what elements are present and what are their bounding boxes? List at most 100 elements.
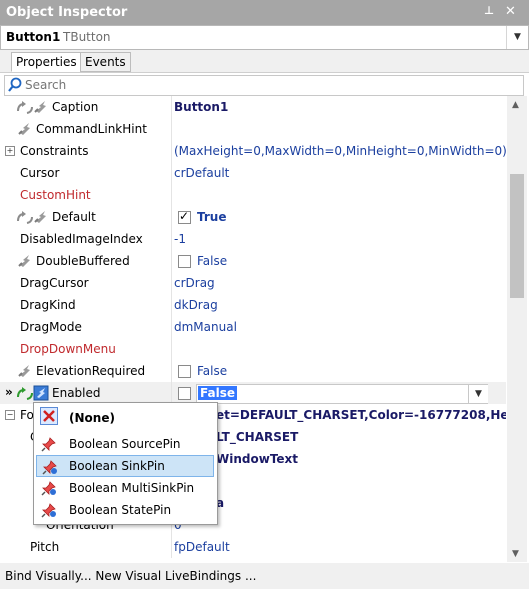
property-value[interactable]: crDefault [174,166,229,180]
tab-events[interactable]: Events [80,52,131,72]
checkbox[interactable] [178,365,191,378]
property-name: ElevationRequired [36,364,146,378]
property-row-enabled[interactable]: » Enabled False ▼ [0,382,506,404]
property-row-commandlinkhint[interactable]: CommandLinkHint [0,118,506,140]
property-row-default[interactable]: Default True [0,206,506,228]
property-value[interactable]: (MaxHeight=0,MaxWidth=0,MinHeight=0,MinW… [174,144,506,158]
property-name: DisabledImageIndex [20,232,143,246]
sinkpin-icon [42,460,58,475]
component-class: TButton [63,30,111,44]
chevron-down-icon[interactable]: ▼ [506,26,528,49]
vertical-scrollbar[interactable]: ▲ ▼ [507,96,527,562]
property-row-caption[interactable]: Caption Button1 [0,96,506,118]
property-row-pitch[interactable]: Pitch fpDefault [0,536,506,558]
menu-item-none[interactable]: (None) [36,405,214,429]
property-value[interactable]: dkDrag [174,298,218,312]
multisinkpin-icon [41,481,57,496]
component-selector[interactable]: Button1 TButton ▼ [0,25,529,50]
property-value[interactable]: et=DEFAULT_CHARSET,Color=-16777208,Heigh… [216,408,506,422]
window-title: Object Inspector [6,5,128,20]
menu-item-boolean-multisinkpin[interactable]: Boolean MultiSinkPin [36,477,214,499]
property-value[interactable]: dmManual [174,320,237,334]
search-box [4,75,524,96]
property-row-disabledimageindex[interactable]: DisabledImageIndex -1 [0,228,506,250]
checkbox[interactable] [178,209,191,224]
property-name: DragKind [20,298,76,312]
livebinding-link-green-icon [17,387,33,400]
property-row-elevationrequired[interactable]: ElevationRequired False [0,360,506,382]
scroll-down-icon[interactable]: ▼ [512,549,519,559]
property-row-constraints[interactable]: + Constraints (MaxHeight=0,MaxWidth=0,Mi… [0,140,506,162]
close-icon[interactable]: ✕ [505,4,516,19]
menu-item-boolean-statepin[interactable]: Boolean StatePin [36,499,214,521]
property-value[interactable]: crDrag [174,276,215,290]
checkbox[interactable] [178,387,191,400]
property-name: DragCursor [20,276,89,290]
property-name: Pitch [30,540,60,554]
livebindings-popup-menu: (None) Boolean SourcePin Boolean SinkPin… [33,402,218,525]
search-icon [8,77,22,92]
property-row-doublebuffered[interactable]: DoubleBuffered False [0,250,506,272]
action-bolt-icon [18,122,31,136]
menu-item-boolean-sinkpin[interactable]: Boolean SinkPin [36,455,214,477]
scrollbar-thumb[interactable] [510,174,524,298]
menu-item-label: Boolean MultiSinkPin [69,481,195,495]
action-bolt-icon [18,254,31,268]
menu-item-label: Boolean SinkPin [69,459,165,473]
chevron-down-icon[interactable]: ▼ [468,385,488,403]
menu-item-label: Boolean StatePin [69,503,172,517]
menu-item-label: Boolean SourcePin [69,437,181,451]
action-bolt-icon [18,364,31,378]
property-name: Constraints [20,144,89,158]
property-row-cursor[interactable]: Cursor crDefault [0,162,506,184]
menu-item-boolean-sourcepin[interactable]: Boolean SourcePin [36,433,214,455]
property-name: CommandLinkHint [36,122,147,136]
property-value[interactable]: False [197,254,227,268]
component-name: Button1 [6,30,61,44]
property-row-customhint[interactable]: CustomHint [0,184,506,206]
livebinding-link-icon [17,210,33,224]
title-bar: Object Inspector ⊥ ✕ [0,0,529,25]
tab-properties[interactable]: Properties [11,52,82,72]
property-value[interactable]: False [197,364,227,378]
property-value[interactable]: Button1 [174,100,228,114]
property-row-dragkind[interactable]: DragKind dkDrag [0,294,506,316]
action-bolt-icon [33,385,49,401]
property-value[interactable]: LT_CHARSET [216,430,298,444]
property-name: Enabled [52,386,101,400]
pin-icon[interactable]: ⊥ [484,4,494,17]
action-bolt-icon [34,210,47,224]
property-name: Cursor [20,166,60,180]
property-value[interactable]: WindowText [216,452,298,466]
property-name: DoubleBuffered [36,254,130,268]
search-input[interactable] [25,77,515,93]
property-name: Fo [20,408,34,422]
property-row-dragcursor[interactable]: DragCursor crDrag [0,272,506,294]
tab-strip: Properties Events [0,50,529,73]
scroll-up-icon[interactable]: ▲ [512,100,519,110]
status-bar: Bind Visually... New Visual LiveBindings… [0,563,529,589]
livebindings-links[interactable]: Bind Visually... New Visual LiveBindings… [5,569,256,583]
property-name: DragMode [20,320,82,334]
selected-row-chevrons-icon: » [5,385,13,399]
property-value[interactable]: fpDefault [174,540,230,554]
property-name: Default [52,210,96,224]
statepin-icon [41,503,57,518]
property-value[interactable]: True [197,210,226,224]
livebinding-link-icon [17,100,33,114]
property-name: Caption [52,100,99,114]
property-name: CustomHint [20,188,91,202]
checkbox[interactable] [178,255,191,268]
action-bolt-icon [34,100,47,114]
collapse-minus-icon[interactable]: − [5,410,15,420]
property-row-dropdownmenu[interactable]: DropDownMenu [0,338,506,360]
property-value[interactable]: -1 [174,232,186,246]
menu-item-label: (None) [69,411,115,425]
property-value[interactable]: False [198,386,237,400]
sourcepin-icon [41,437,56,452]
value-editor[interactable]: False ▼ [196,384,488,404]
property-row-dragmode[interactable]: DragMode dmManual [0,316,506,338]
none-x-icon [40,407,58,425]
property-name: DropDownMenu [20,342,116,356]
expand-plus-icon[interactable]: + [5,146,15,156]
